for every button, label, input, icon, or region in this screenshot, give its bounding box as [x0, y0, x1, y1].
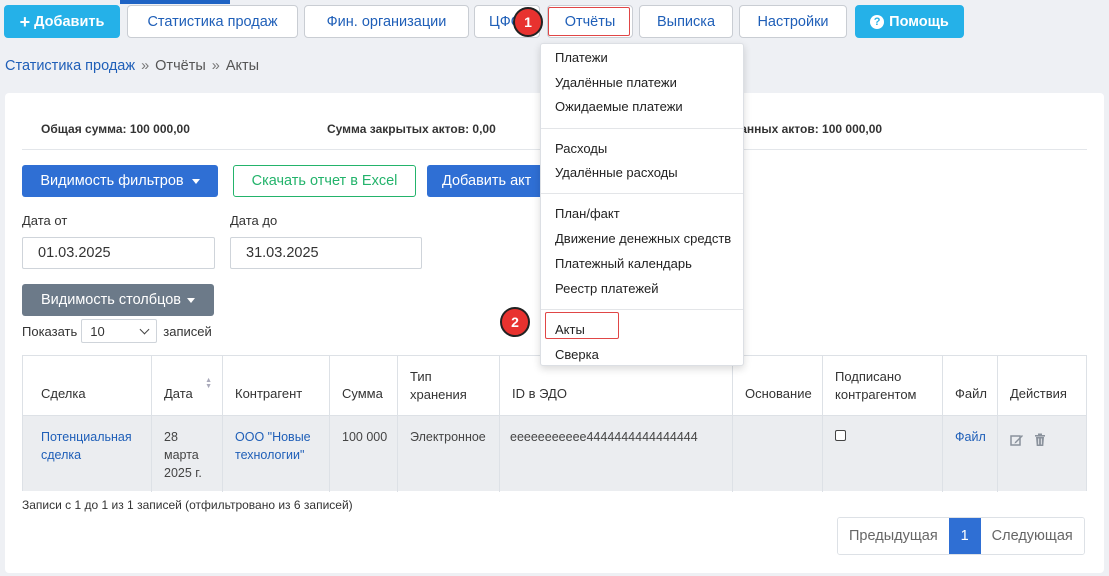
filters-visibility-button[interactable]: Видимость фильтров	[22, 165, 218, 197]
columns-visibility-button[interactable]: Видимость столбцов	[22, 284, 214, 316]
edit-icon[interactable]	[1010, 433, 1024, 447]
step-badge-2: 2	[500, 307, 530, 337]
cell-date: 28 марта 2025 г.	[152, 416, 223, 492]
menu-divider	[541, 128, 743, 129]
deal-link[interactable]: Потенциальная сделка	[41, 428, 141, 464]
header-basis[interactable]: Основание	[733, 356, 823, 415]
date-to-input[interactable]: 31.03.2025	[230, 237, 422, 269]
breadcrumb-sales-stats[interactable]: Статистика продаж	[5, 58, 135, 74]
download-excel-button[interactable]: Скачать отчет в Excel	[233, 165, 416, 197]
menu-item-expected-payments[interactable]: Ожидаемые платежи	[555, 99, 683, 114]
header-date[interactable]: Дата ▲ ▼	[152, 356, 223, 415]
plus-icon: +	[19, 11, 31, 32]
menu-item-plan-fact[interactable]: План/факт	[555, 206, 620, 221]
menu-item-deleted-expenses[interactable]: Удалённые расходы	[555, 165, 678, 180]
cell-storage-type: Электронное	[398, 416, 500, 492]
settings-button[interactable]: Настройки	[739, 5, 847, 38]
sort-icon: ▲ ▼	[205, 377, 212, 390]
menu-item-payment-calendar[interactable]: Платежный календарь	[555, 256, 692, 271]
header-actions: Действия	[1010, 385, 1067, 401]
signed-checkbox[interactable]	[835, 430, 846, 441]
breadcrumb-separator: »	[141, 58, 150, 74]
menu-item-payments[interactable]: Платежи	[555, 50, 608, 65]
table-info: Записи с 1 до 1 из 1 записей (отфильтров…	[22, 498, 353, 512]
breadcrumb-separator: »	[211, 58, 220, 74]
breadcrumb-reports: Отчёты	[155, 58, 206, 74]
header-deal[interactable]: Сделка	[23, 356, 152, 415]
cell-basis	[733, 416, 823, 492]
date-to-label: Дата до	[230, 213, 278, 228]
sales-stats-button[interactable]: Статистика продаж	[127, 5, 298, 38]
date-from-input[interactable]: 01.03.2025	[22, 237, 215, 269]
header-counterparty[interactable]: Контрагент	[223, 356, 330, 415]
pagination: Предыдущая 1 Следующая	[837, 517, 1085, 555]
menu-item-cash-flow[interactable]: Движение денежных средств	[555, 231, 731, 246]
records-label: записей	[163, 323, 212, 339]
chevron-down-icon	[139, 324, 150, 334]
menu-item-payment-registry[interactable]: Реестр платежей	[555, 281, 659, 296]
counterparty-link[interactable]: ООО "Новые технологии"	[235, 428, 320, 464]
acts-highlight	[545, 312, 619, 339]
menu-item-reconciliation[interactable]: Сверка	[555, 347, 599, 362]
breadcrumb-current: Акты	[225, 58, 260, 74]
trash-icon[interactable]	[1033, 433, 1047, 447]
fin-orgs-button[interactable]: Фин. организации	[304, 5, 469, 38]
header-storage-type[interactable]: Тип хранения	[398, 356, 500, 415]
header-signed[interactable]: Подписано контрагентом	[823, 356, 943, 415]
cell-sum: 100 000	[330, 416, 398, 492]
cell-counterparty: ООО "Новые технологии"	[223, 416, 330, 492]
cell-deal: Потенциальная сделка	[23, 416, 152, 492]
menu-divider	[541, 193, 743, 194]
header-accent	[120, 0, 230, 4]
breadcrumb: Статистика продаж » Отчёты » Акты	[5, 58, 259, 74]
help-icon: ?	[870, 14, 885, 29]
acts-table: Сделка Дата ▲ ▼ Контрагент Сумма Тип хран…	[22, 355, 1087, 492]
show-label: Показать	[22, 323, 78, 339]
cell-file: Файл	[943, 416, 998, 492]
menu-item-deleted-payments[interactable]: Удалённые платежи	[555, 75, 677, 90]
help-button[interactable]: ? Помощь	[855, 5, 964, 38]
step-badge-1: 1	[513, 7, 543, 37]
cell-actions	[998, 416, 1086, 492]
prev-page-button[interactable]: Предыдущая	[838, 518, 949, 554]
cell-signed	[823, 416, 943, 492]
page-length-select[interactable]: 10	[81, 319, 158, 343]
page-1-button[interactable]: 1	[948, 518, 981, 554]
caret-down-icon	[191, 178, 200, 184]
caret-down-icon	[187, 297, 195, 303]
date-from-label: Дата от	[22, 213, 68, 228]
total-sum: Общая сумма: 100 000,00	[41, 122, 190, 136]
header-sum[interactable]: Сумма	[330, 356, 398, 415]
table-row: Потенциальная сделка 28 марта 2025 г. ОО…	[23, 415, 1086, 492]
menu-divider	[541, 309, 743, 310]
reports-highlight	[548, 7, 630, 36]
menu-item-expenses[interactable]: Расходы	[555, 141, 607, 156]
statement-button[interactable]: Выписка	[639, 5, 733, 38]
closed-acts-sum: Сумма закрытых актов: 0,00	[327, 122, 496, 136]
header-file[interactable]: Файл	[943, 356, 998, 415]
page-length-control: Показать 10 записей	[22, 319, 212, 343]
cell-edo-id: eeeeeeeeeee4444444444444444	[500, 416, 733, 492]
add-button[interactable]: + Добавить	[4, 5, 120, 38]
next-page-button[interactable]: Следующая	[980, 518, 1084, 554]
file-link[interactable]: Файл	[955, 430, 986, 444]
